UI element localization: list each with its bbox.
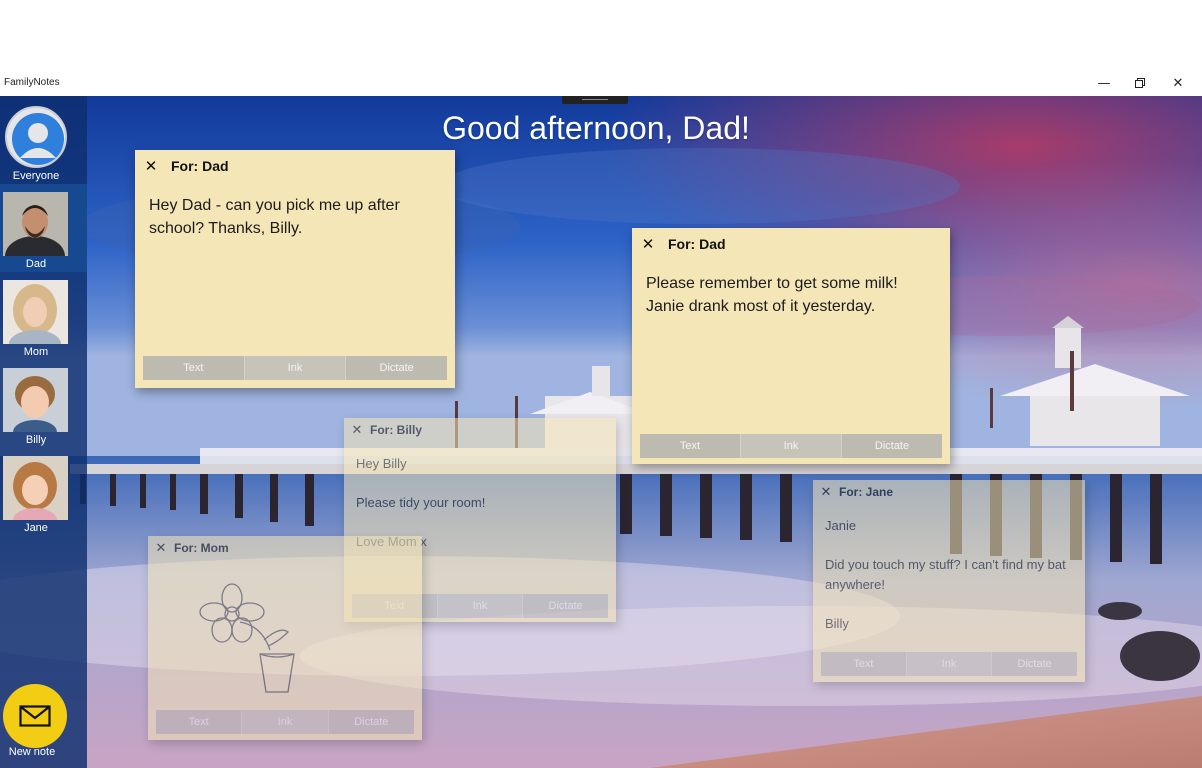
title-bar: FamilyNotes — ✕ — [0, 72, 1202, 96]
close-icon: ✕ — [1172, 75, 1184, 91]
person-billy[interactable]: Billy — [0, 360, 87, 448]
text-mode-button[interactable]: Text — [821, 652, 907, 676]
text-mode-button[interactable]: Text — [143, 356, 245, 380]
ink-mode-button[interactable]: Ink — [741, 434, 842, 458]
dictate-mode-button[interactable]: Dictate — [992, 652, 1077, 676]
close-note-button[interactable]: ✕ — [137, 157, 165, 175]
dictate-mode-button[interactable]: Dictate — [329, 710, 414, 734]
note-text[interactable]: Janie Did you touch my stuff? I can't fi… — [825, 516, 1073, 633]
text-mode-button[interactable]: Text — [156, 710, 243, 734]
person-mom[interactable]: Mom — [0, 272, 87, 360]
close-note-button[interactable]: ✕ — [150, 541, 172, 556]
close-note-button[interactable]: ✕ — [346, 423, 368, 438]
note-for-dad-pickup[interactable]: ✕ For: Dad Hey Dad - can you pick me up … — [135, 150, 455, 388]
close-note-button[interactable]: ✕ — [815, 485, 837, 500]
user-icon — [12, 113, 64, 165]
jane-photo — [3, 456, 68, 520]
dictate-mode-button[interactable]: Dictate — [346, 356, 447, 380]
note-header: ✕ For: Jane — [813, 480, 1085, 504]
minimize-icon: — — [1097, 75, 1111, 91]
close-note-button[interactable]: ✕ — [634, 235, 662, 253]
note-for-jane[interactable]: ✕ For: Jane Janie Did you touch my stuff… — [813, 480, 1085, 682]
notes-canvas: Good afternoon, Dad! Everyone Dad Mom Bi… — [0, 96, 1202, 768]
ink-mode-button[interactable]: Ink — [437, 594, 524, 618]
note-recipient: For: Jane — [839, 485, 894, 499]
people-sidebar: Everyone Dad Mom Billy Jane New note — [0, 96, 87, 768]
ink-mode-button[interactable]: Ink — [906, 652, 993, 676]
dad-photo — [3, 192, 68, 256]
note-toolbar: Text Ink Dictate — [640, 434, 942, 458]
person-name: Dad — [25, 258, 47, 270]
person-name: Mom — [23, 346, 49, 358]
note-text[interactable]: Please remember to get some milk! Janie … — [646, 272, 938, 318]
note-recipient: For: Billy — [370, 423, 423, 437]
person-name: Everyone — [12, 170, 60, 182]
note-text[interactable]: Hey Dad - can you pick me up after schoo… — [149, 194, 443, 240]
minimize-button[interactable]: — — [1086, 72, 1122, 94]
note-header: ✕ For: Mom — [148, 536, 422, 560]
envelope-icon — [19, 705, 51, 727]
note-recipient: For: Mom — [174, 541, 229, 555]
note-header: ✕ For: Billy — [344, 418, 616, 442]
note-recipient: For: Dad — [668, 236, 726, 252]
person-dad[interactable]: Dad — [0, 184, 87, 272]
restore-button[interactable] — [1122, 72, 1158, 94]
note-header: ✕ For: Dad — [135, 150, 455, 182]
person-jane[interactable]: Jane — [0, 448, 87, 536]
note-toolbar: Text Ink Dictate — [156, 710, 414, 734]
note-toolbar: Text Ink Dictate — [821, 652, 1077, 676]
note-header: ✕ For: Dad — [632, 228, 950, 260]
note-for-mom[interactable]: ✕ For: Mom Text Ink Dictate — [148, 536, 422, 740]
person-name: Billy — [25, 434, 47, 446]
ink-mode-button[interactable]: Ink — [242, 710, 329, 734]
drag-handle[interactable] — [562, 96, 628, 104]
note-for-dad-milk[interactable]: ✕ For: Dad Please remember to get some m… — [632, 228, 950, 464]
mom-photo — [3, 280, 68, 344]
greeting-title: Good afternoon, Dad! — [442, 110, 750, 146]
note-recipient: For: Dad — [171, 158, 229, 174]
ink-mode-button[interactable]: Ink — [244, 356, 347, 380]
generic-user-avatar — [5, 106, 67, 168]
note-toolbar: Text Ink Dictate — [143, 356, 447, 380]
new-note-button[interactable] — [3, 684, 67, 748]
dictate-mode-button[interactable]: Dictate — [523, 594, 608, 618]
text-mode-button[interactable]: Text — [640, 434, 741, 458]
new-note-label: New note — [8, 746, 56, 758]
app-title: FamilyNotes — [4, 77, 60, 88]
person-everyone[interactable]: Everyone — [0, 96, 87, 184]
person-name: Jane — [24, 522, 48, 534]
close-window-button[interactable]: ✕ — [1160, 72, 1196, 94]
billy-photo — [3, 368, 68, 432]
dictate-mode-button[interactable]: Dictate — [842, 434, 942, 458]
restore-icon — [1135, 78, 1145, 88]
flower-in-pot-drawing — [199, 583, 295, 693]
